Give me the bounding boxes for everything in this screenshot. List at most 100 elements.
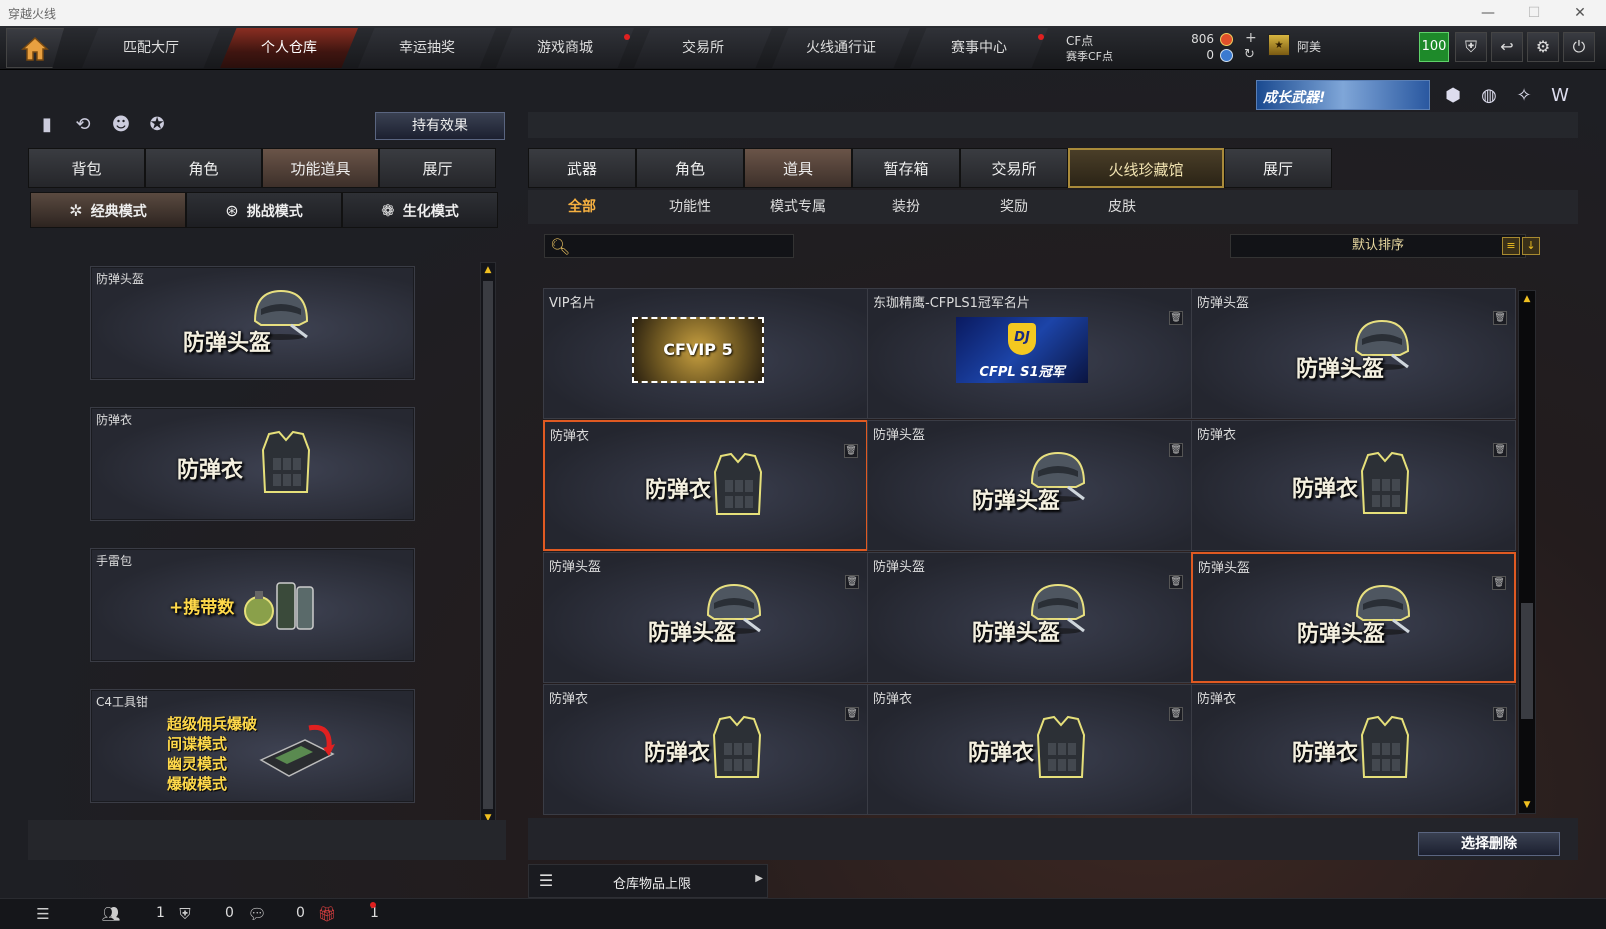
chat-icon[interactable]: 💬︎	[246, 903, 268, 925]
left-tab[interactable]: 角色	[145, 148, 262, 188]
item-card[interactable]: 防弹衣 🗑︎ 防弹衣	[543, 684, 868, 815]
category-tab[interactable]: 角色	[636, 148, 744, 188]
hold-effect-button[interactable]: 持有效果	[375, 112, 505, 140]
item-card[interactable]: 防弹头盔 🗑︎ 防弹头盔	[867, 552, 1192, 683]
add-points-icon[interactable]: +	[1245, 30, 1257, 46]
mode-tab[interactable]: ❁ 生化模式	[342, 192, 498, 228]
cfpl-card-text: CFPL S1冠军	[979, 365, 1065, 380]
left-item-card[interactable]: 手雷包 +携带数	[90, 548, 415, 662]
item-card[interactable]: 防弹头盔 🗑︎ 防弹头盔	[867, 420, 1192, 551]
character-icon[interactable]: ☻	[108, 112, 134, 138]
scroll-thumb[interactable]	[1521, 603, 1533, 719]
gift-icon[interactable]: 🎁︎	[316, 903, 338, 925]
season-cf-points-value: 0	[1206, 48, 1214, 62]
expand-arrow-icon[interactable]: ▶	[755, 873, 763, 884]
left-tab[interactable]: 背包	[28, 148, 145, 188]
minimize-icon[interactable]: —	[1468, 2, 1508, 24]
exit-room-icon[interactable]: ↩	[1491, 32, 1523, 62]
item-card[interactable]: VIP名片 CFVIP 5	[543, 288, 868, 419]
item-card[interactable]: 东珈精鹰-CFPLS1冠军名片 🗑︎ DJ CFPL S1冠军	[867, 288, 1192, 419]
item-card[interactable]: 防弹头盔 🗑︎ 防弹头盔	[543, 552, 868, 683]
nav-tab[interactable]: 幸运抽奖	[358, 28, 496, 68]
mode-tab[interactable]: ⊛ 挑战模式	[186, 192, 342, 228]
trash-icon[interactable]: 🗑︎	[1169, 311, 1183, 325]
trash-icon[interactable]: 🗑︎	[1493, 707, 1507, 721]
trash-icon[interactable]: 🗑︎	[1492, 576, 1506, 590]
nav-tab[interactable]: 个人仓库	[220, 28, 358, 68]
grid-scrollbar[interactable]: ▲ ▼	[1518, 290, 1536, 814]
mode-tab[interactable]: ✲ 经典模式	[30, 192, 186, 228]
subcategory-tab[interactable]: 全部	[528, 190, 636, 224]
left-tab[interactable]: 展厅	[379, 148, 496, 188]
subcategory-tab[interactable]: 模式专属	[744, 190, 852, 224]
trash-icon[interactable]: 🗑︎	[845, 575, 859, 589]
nav-tab[interactable]: 火线通行证	[772, 28, 910, 68]
stats-icon[interactable]: ▮	[34, 112, 60, 138]
vip-badge-icon[interactable]: ⬢	[1440, 83, 1466, 109]
history-icon[interactable]: ⟲	[70, 112, 96, 138]
category-tab[interactable]: 火线珍藏馆	[1068, 148, 1224, 188]
trash-icon[interactable]: 🗑︎	[1169, 575, 1183, 589]
maximize-icon[interactable]: ☐	[1514, 2, 1554, 24]
trash-icon[interactable]: 🗑︎	[1169, 443, 1183, 457]
wing-badge-icon[interactable]: ✧	[1511, 83, 1537, 109]
nav-tab[interactable]: 游戏商城	[496, 28, 634, 68]
nav-tab[interactable]: 赛事中心	[910, 28, 1048, 68]
trash-icon[interactable]: 🗑︎	[1493, 443, 1507, 457]
left-item-card[interactable]: 防弹头盔 防弹头盔	[90, 266, 415, 380]
scroll-down-icon[interactable]: ▼	[1522, 799, 1532, 811]
menu-list-icon[interactable]: ☰	[32, 903, 54, 925]
subcategory-tab[interactable]: 装扮	[852, 190, 960, 224]
w-badge-icon[interactable]: W	[1547, 83, 1573, 109]
left-item-card[interactable]: C4工具钳 超级佣兵爆破 间谍模式 幽灵模式 爆破模式	[90, 689, 415, 803]
left-item-card[interactable]: 防弹衣 防弹衣	[90, 407, 415, 521]
subcategory-tab[interactable]: 皮肤	[1068, 190, 1176, 224]
trash-icon[interactable]: 🗑︎	[845, 707, 859, 721]
subcategory-tab[interactable]: 功能性	[636, 190, 744, 224]
category-tab[interactable]: 武器	[528, 148, 636, 188]
list-view-icon[interactable]: ≡	[1502, 237, 1520, 255]
item-card[interactable]: 防弹衣 🗑︎ 防弹衣	[543, 420, 868, 551]
item-card[interactable]: 防弹衣 🗑︎ 防弹衣	[1191, 684, 1516, 815]
globe-badge-icon[interactable]: ◍	[1476, 83, 1502, 109]
left-scrollbar[interactable]: ▲ ▼	[480, 262, 496, 826]
item-card[interactable]: 防弹衣 🗑︎ 防弹衣	[867, 684, 1192, 815]
shield-icon[interactable]: ⛨	[1455, 32, 1487, 62]
item-card[interactable]: 防弹头盔 🗑︎ 防弹头盔	[1191, 552, 1516, 683]
scroll-up-icon[interactable]: ▲	[1522, 293, 1532, 305]
sort-dropdown[interactable]: 默认排序	[1230, 234, 1526, 258]
nav-tab[interactable]: 匹配大厅	[82, 28, 220, 68]
rank-badge-icon[interactable]: ★	[1268, 34, 1290, 56]
trash-icon[interactable]: 🗑︎	[1169, 707, 1183, 721]
season-cf-points-label: 赛季CF点	[1066, 50, 1114, 63]
subcategory-tab[interactable]: 奖励	[960, 190, 1068, 224]
left-tab[interactable]: 功能道具	[262, 148, 379, 188]
search-input[interactable]	[544, 234, 794, 258]
nav-tab[interactable]: 交易所	[634, 28, 772, 68]
refresh-icon[interactable]: ↻	[1244, 47, 1255, 62]
growth-weapon-banner[interactable]: 成长武器!	[1256, 80, 1430, 110]
item-card[interactable]: 防弹衣 🗑︎ 防弹衣	[1191, 420, 1516, 551]
item-card[interactable]: 防弹头盔 🗑︎ 防弹头盔	[1191, 288, 1516, 419]
storage-limit-bar[interactable]: ☰ 仓库物品上限 ▶	[528, 864, 768, 898]
clan-shield-icon[interactable]: ⛨	[174, 903, 196, 925]
trash-icon[interactable]: 🗑︎	[1493, 311, 1507, 325]
select-delete-button[interactable]: 选择删除	[1418, 832, 1560, 856]
category-tab[interactable]: 道具	[744, 148, 852, 188]
item-display-text: 防弹头盔	[972, 489, 1061, 514]
sort-direction-icon[interactable]: ↓	[1522, 237, 1540, 255]
bag-icon[interactable]: ✪	[144, 112, 170, 138]
close-icon[interactable]: ✕	[1560, 2, 1600, 24]
category-tab[interactable]: 展厅	[1224, 148, 1332, 188]
category-tab[interactable]: 暂存箱	[852, 148, 960, 188]
home-button[interactable]	[6, 28, 64, 68]
category-tab[interactable]: 交易所	[960, 148, 1068, 188]
vest-icon	[1032, 713, 1090, 787]
trash-icon[interactable]: 🗑︎	[844, 444, 858, 458]
gear-icon[interactable]: ⚙	[1527, 32, 1559, 62]
friends-icon[interactable]: 👥︎	[100, 903, 122, 925]
vest-icon	[708, 713, 766, 787]
power-icon[interactable]: ⏻	[1563, 32, 1595, 62]
scroll-thumb[interactable]	[483, 281, 493, 809]
scroll-up-icon[interactable]: ▲	[483, 264, 493, 276]
